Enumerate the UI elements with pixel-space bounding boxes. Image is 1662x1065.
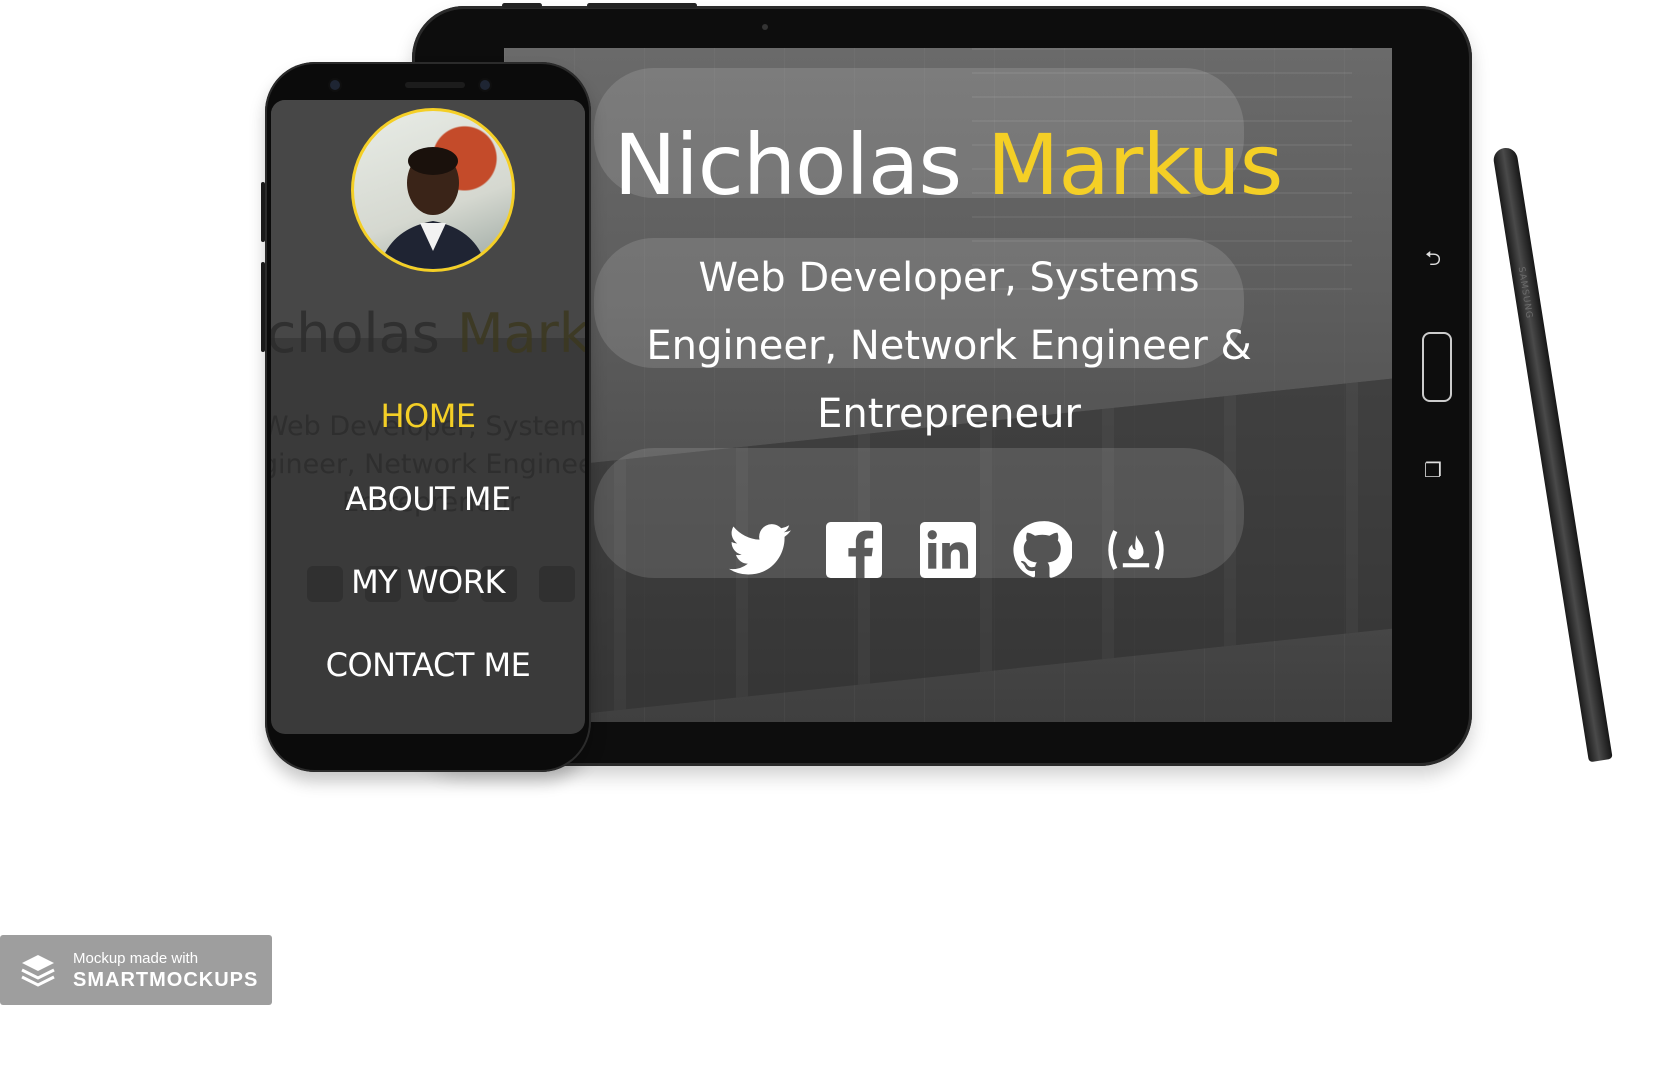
phone-side-button bbox=[261, 182, 265, 242]
phone-speaker bbox=[405, 82, 465, 88]
twitter-icon[interactable] bbox=[728, 518, 792, 582]
github-icon[interactable] bbox=[1010, 518, 1074, 582]
watermark-line2: SMARTMOCKUPS bbox=[73, 969, 259, 991]
nav-item-my-work[interactable]: MY WORK bbox=[271, 541, 585, 624]
ghost-first-name: Nicholas bbox=[271, 302, 440, 365]
recent-apps-icon[interactable]: ❐ bbox=[1422, 458, 1444, 482]
phone-screen: Nicholas Markus Web Developer, Systems E… bbox=[271, 100, 585, 734]
smartmockups-watermark: Mockup made with SMARTMOCKUPS bbox=[0, 935, 272, 1005]
layers-icon bbox=[18, 951, 58, 995]
watermark-line1: Mockup made with bbox=[73, 950, 199, 967]
pen-brand: SAMSUNG bbox=[1515, 266, 1534, 320]
ghost-last-name: Markus bbox=[456, 302, 585, 365]
freecodecamp-icon[interactable] bbox=[1104, 518, 1168, 582]
hero-first-name: Nicholas bbox=[613, 116, 963, 214]
tablet-volume-button bbox=[587, 3, 697, 8]
nav-item-contact-me[interactable]: CONTACT ME bbox=[271, 624, 585, 707]
linkedin-icon[interactable] bbox=[916, 518, 980, 582]
facebook-icon[interactable] bbox=[822, 518, 886, 582]
nav-item-home[interactable]: HOME bbox=[271, 375, 585, 458]
tablet-camera bbox=[762, 24, 768, 30]
nav-item-about-me[interactable]: ABOUT ME bbox=[271, 458, 585, 541]
ghost-hero-name: Nicholas Markus bbox=[271, 302, 585, 365]
tablet-home-button[interactable] bbox=[1422, 332, 1452, 402]
social-links bbox=[504, 518, 1392, 582]
phone-sensor bbox=[330, 80, 340, 90]
hero-last-name: Markus bbox=[986, 116, 1284, 214]
avatar bbox=[351, 108, 515, 272]
tablet-screen: Nicholas Markus Web Developer, Systems E… bbox=[504, 48, 1392, 722]
hero-tagline: Web Developer, Systems Engineer, Network… bbox=[646, 255, 1252, 437]
phone-side-button bbox=[261, 262, 265, 352]
phone-front-camera bbox=[480, 80, 490, 90]
phone-device: Nicholas Markus Web Developer, Systems E… bbox=[261, 62, 591, 772]
back-icon[interactable]: ⮌ bbox=[1422, 244, 1444, 278]
hero-name: Nicholas Markus bbox=[504, 116, 1392, 214]
mobile-nav-menu: HOME ABOUT ME MY WORK CONTACT ME bbox=[271, 375, 585, 707]
tablet-power-button bbox=[502, 3, 542, 8]
stylus-pen: SAMSUNG bbox=[1492, 146, 1613, 763]
